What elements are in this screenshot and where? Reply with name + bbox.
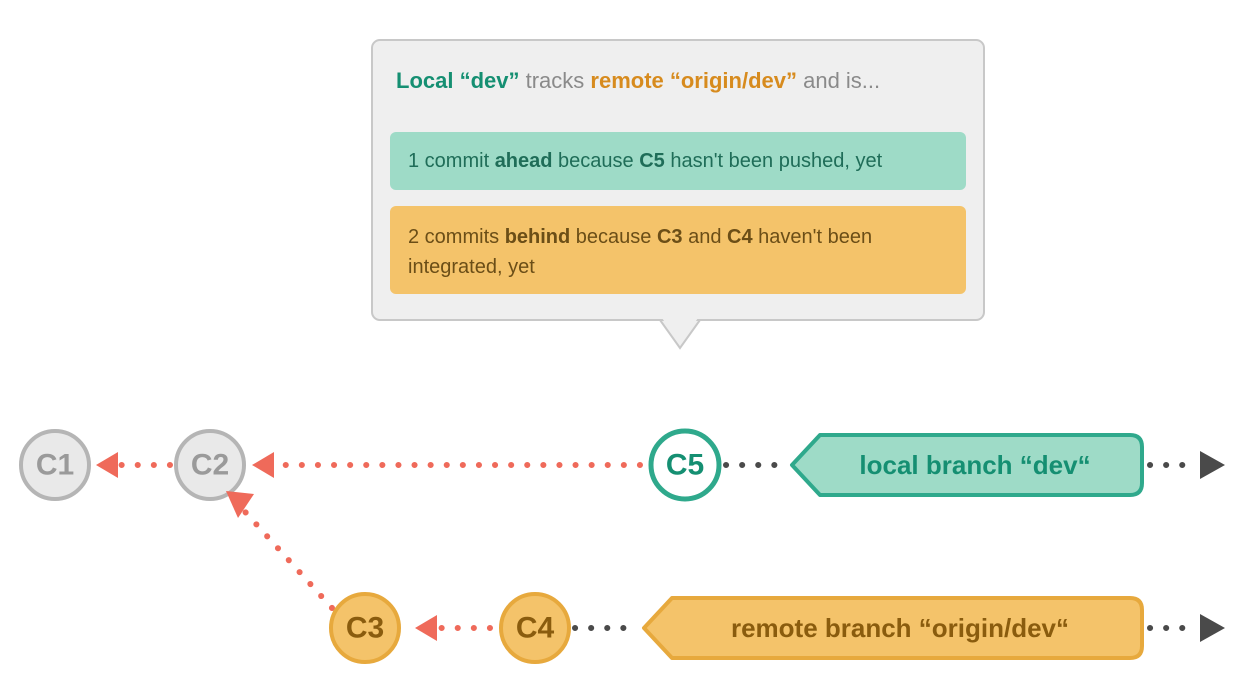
commit-c5: C5	[651, 431, 719, 499]
svg-text:C5: C5	[666, 449, 704, 482]
edge-local-branch-future	[1150, 451, 1225, 479]
svg-text:integrated, yet: integrated, yet	[408, 256, 535, 278]
svg-text:2 commits behind because C3 an: 2 commits behind because C3 and C4 haven…	[408, 226, 872, 248]
remote-branch-tag: remote branch “origin/dev“	[644, 598, 1142, 658]
commit-c1: C1	[21, 431, 89, 499]
callout-ahead-row: 1 commit ahead because C5 hasn't been pu…	[390, 132, 966, 190]
svg-text:C4: C4	[516, 612, 555, 645]
edge-c3-to-c2	[226, 491, 332, 608]
callout-behind-row: 2 commits behind because C3 and C4 haven…	[390, 206, 966, 294]
svg-text:1 commit ahead because C5 hasn: 1 commit ahead because C5 hasn't been pu…	[408, 150, 883, 172]
git-tracking-diagram: Local “dev” tracks remote “origin/dev” a…	[0, 0, 1240, 694]
edge-remote-branch-future	[1150, 614, 1225, 642]
commit-c2: C2	[176, 431, 244, 499]
local-branch-tag: local branch “dev“	[792, 435, 1142, 495]
svg-text:C1: C1	[36, 449, 74, 482]
commit-c3: C3	[331, 594, 399, 662]
svg-text:C3: C3	[346, 612, 384, 645]
commit-c4: C4	[501, 594, 569, 662]
svg-text:remote branch “origin/dev“: remote branch “origin/dev“	[731, 613, 1069, 643]
svg-text:local branch “dev“: local branch “dev“	[859, 450, 1090, 480]
edge-c4-to-c3	[415, 615, 490, 641]
edge-c5-to-c2	[252, 452, 640, 478]
callout-title: Local “dev” tracks remote “origin/dev” a…	[396, 68, 880, 93]
callout-box: Local “dev” tracks remote “origin/dev” a…	[372, 40, 984, 348]
svg-text:C2: C2	[191, 449, 229, 482]
edge-c2-to-c1	[96, 452, 170, 478]
